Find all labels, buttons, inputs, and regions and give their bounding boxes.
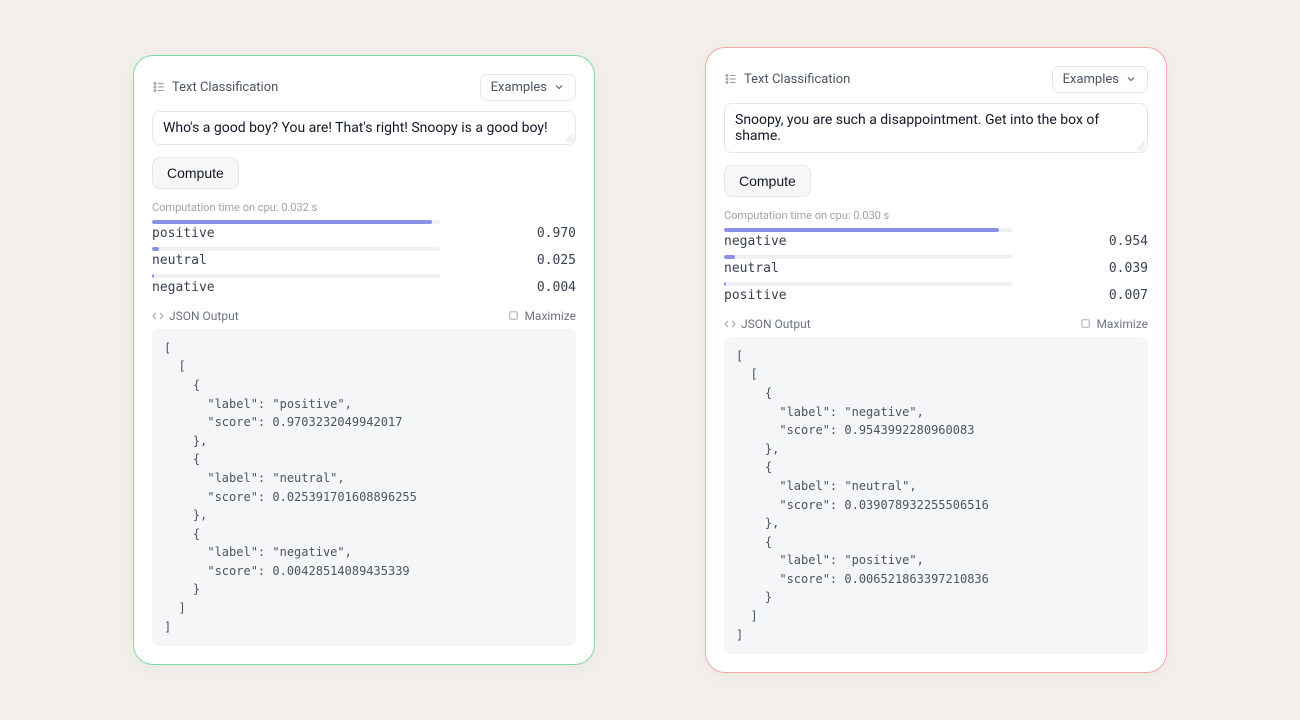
result-score: 0.954 <box>1109 234 1148 249</box>
text-input-value: Who's a good boy? You are! That's right!… <box>163 120 548 136</box>
computation-meta: Computation time on cpu: 0.032 s <box>152 201 576 214</box>
result-label: positive <box>724 288 787 303</box>
chevron-down-icon <box>553 81 565 93</box>
resize-handle-icon <box>565 134 573 142</box>
result-score: 0.004 <box>537 280 576 295</box>
result-score: 0.970 <box>537 226 576 241</box>
maximize-button[interactable]: Maximize <box>1080 317 1148 331</box>
resize-handle-icon <box>1137 142 1145 150</box>
json-output-header: JSON Output <box>152 309 239 323</box>
text-input[interactable]: Who's a good boy? You are! That's right!… <box>152 111 576 145</box>
card-title: Text Classification <box>724 72 850 87</box>
score-bar <box>724 228 1012 232</box>
text-input-value: Snoopy, you are such a disappointment. G… <box>735 112 1099 144</box>
result-score: 0.039 <box>1109 261 1148 276</box>
results-list: positive 0.970 neutral 0.025 negative 0.004 <box>152 220 576 295</box>
result-label: neutral <box>724 261 779 276</box>
code-icon <box>152 310 164 322</box>
result-label: neutral <box>152 253 207 268</box>
result-row: neutral 0.039 <box>724 255 1148 276</box>
text-input[interactable]: Snoopy, you are such a disappointment. G… <box>724 103 1148 153</box>
json-output[interactable]: [ [ { "label": "positive", "score": 0.97… <box>152 329 576 647</box>
maximize-icon <box>1080 318 1091 329</box>
examples-dropdown[interactable]: Examples <box>1052 66 1148 93</box>
result-label: negative <box>152 280 215 295</box>
json-output-header: JSON Output <box>724 317 811 331</box>
score-bar <box>152 220 440 224</box>
classification-icon <box>724 72 738 86</box>
score-bar <box>724 255 1012 259</box>
result-row: positive 0.007 <box>724 282 1148 303</box>
card-title-text: Text Classification <box>744 72 850 87</box>
code-icon <box>724 318 736 330</box>
result-score: 0.025 <box>537 253 576 268</box>
score-bar <box>152 247 440 251</box>
card-title-text: Text Classification <box>172 80 278 95</box>
result-row: negative 0.004 <box>152 274 576 295</box>
result-label: negative <box>724 234 787 249</box>
maximize-icon <box>508 310 519 321</box>
result-label: positive <box>152 226 215 241</box>
examples-label: Examples <box>491 80 547 95</box>
classification-card: Text Classification Examples Who's a goo… <box>133 55 595 666</box>
result-score: 0.007 <box>1109 288 1148 303</box>
classification-icon <box>152 80 166 94</box>
compute-button[interactable]: Compute <box>152 157 239 189</box>
compute-button[interactable]: Compute <box>724 165 811 197</box>
maximize-button[interactable]: Maximize <box>508 309 576 323</box>
score-bar <box>152 274 440 278</box>
chevron-down-icon <box>1125 73 1137 85</box>
result-row: positive 0.970 <box>152 220 576 241</box>
score-bar <box>724 282 1012 286</box>
results-list: negative 0.954 neutral 0.039 positive 0.007 <box>724 228 1148 303</box>
card-title: Text Classification <box>152 80 278 95</box>
examples-label: Examples <box>1063 72 1119 87</box>
classification-card: Text Classification Examples Snoopy, you… <box>705 47 1167 674</box>
computation-meta: Computation time on cpu: 0.030 s <box>724 209 1148 222</box>
examples-dropdown[interactable]: Examples <box>480 74 576 101</box>
json-output[interactable]: [ [ { "label": "negative", "score": 0.95… <box>724 337 1148 655</box>
result-row: neutral 0.025 <box>152 247 576 268</box>
result-row: negative 0.954 <box>724 228 1148 249</box>
